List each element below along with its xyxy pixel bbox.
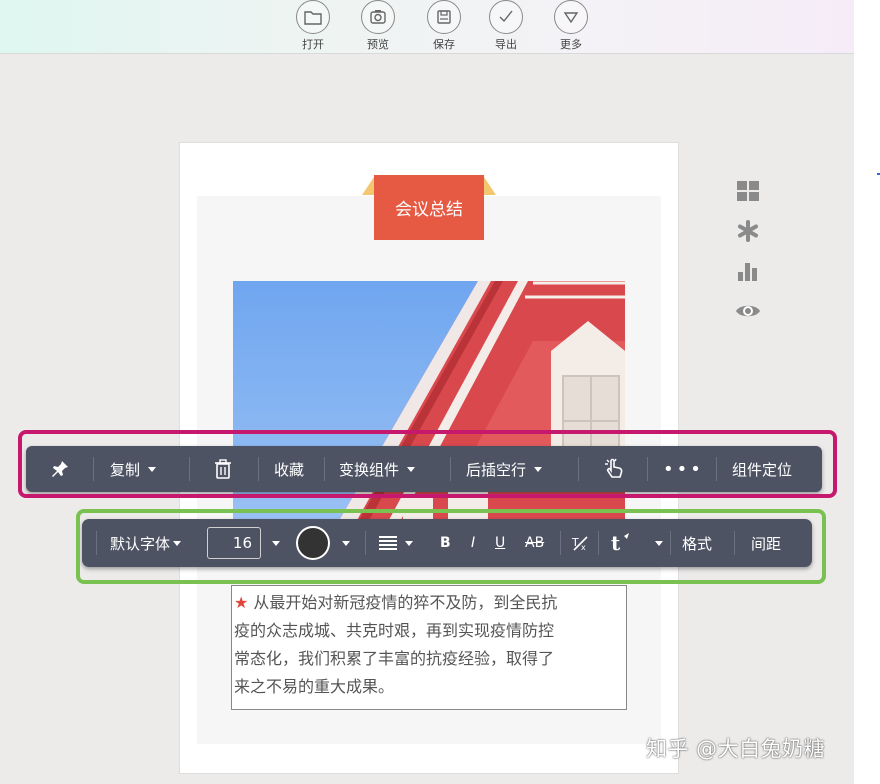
body-text-block[interactable]: ★ 从最开始对新冠疫情的猝不及防，到全民抗 疫的众志成城、共克时艰，再到实现疫情… — [231, 585, 627, 710]
open-label: 打开 — [302, 38, 324, 51]
open-button[interactable]: 打开 — [288, 0, 338, 52]
body-line-2: 疫的众志成城、共克时艰，再到实现疫情防控 — [234, 621, 555, 640]
grid-icon[interactable] — [735, 178, 761, 204]
title-ribbon-left — [362, 177, 374, 195]
title-ribbon-right — [484, 177, 496, 195]
more-button[interactable]: 更多 — [546, 0, 596, 52]
eye-icon[interactable] — [735, 298, 761, 324]
bar-chart-icon[interactable] — [735, 258, 761, 284]
asterisk-icon[interactable] — [735, 218, 761, 244]
body-line-4: 来之不易的重大成果。 — [234, 677, 395, 696]
camera-icon — [361, 0, 395, 34]
watermark: 知乎 @大白兔奶糖 — [646, 737, 826, 761]
highlight-component-toolbar — [18, 430, 837, 498]
save-button[interactable]: 保存 — [419, 0, 469, 52]
body-line-3: 常态化，我们积累了丰富的抗疫经验，取得了 — [234, 649, 555, 668]
check-icon — [489, 0, 523, 34]
body-line-1: ★ 从最开始对新冠疫情的猝不及防，到全民抗 — [234, 593, 558, 612]
top-toolbar: 打开 预览 保存 导出 更多 — [0, 0, 854, 54]
star-icon: ★ — [234, 593, 249, 612]
chevron-down-icon — [554, 0, 588, 34]
right-panel — [854, 0, 880, 784]
folder-icon — [296, 0, 330, 34]
export-label: 导出 — [495, 38, 517, 51]
export-button[interactable]: 导出 — [481, 0, 531, 52]
page-title[interactable]: 会议总结 — [374, 175, 484, 240]
preview-button[interactable]: 预览 — [353, 0, 403, 52]
highlight-text-toolbar — [76, 509, 826, 584]
save-label: 保存 — [433, 38, 455, 51]
preview-label: 预览 — [367, 38, 389, 51]
save-icon — [427, 0, 461, 34]
more-label: 更多 — [560, 38, 582, 51]
